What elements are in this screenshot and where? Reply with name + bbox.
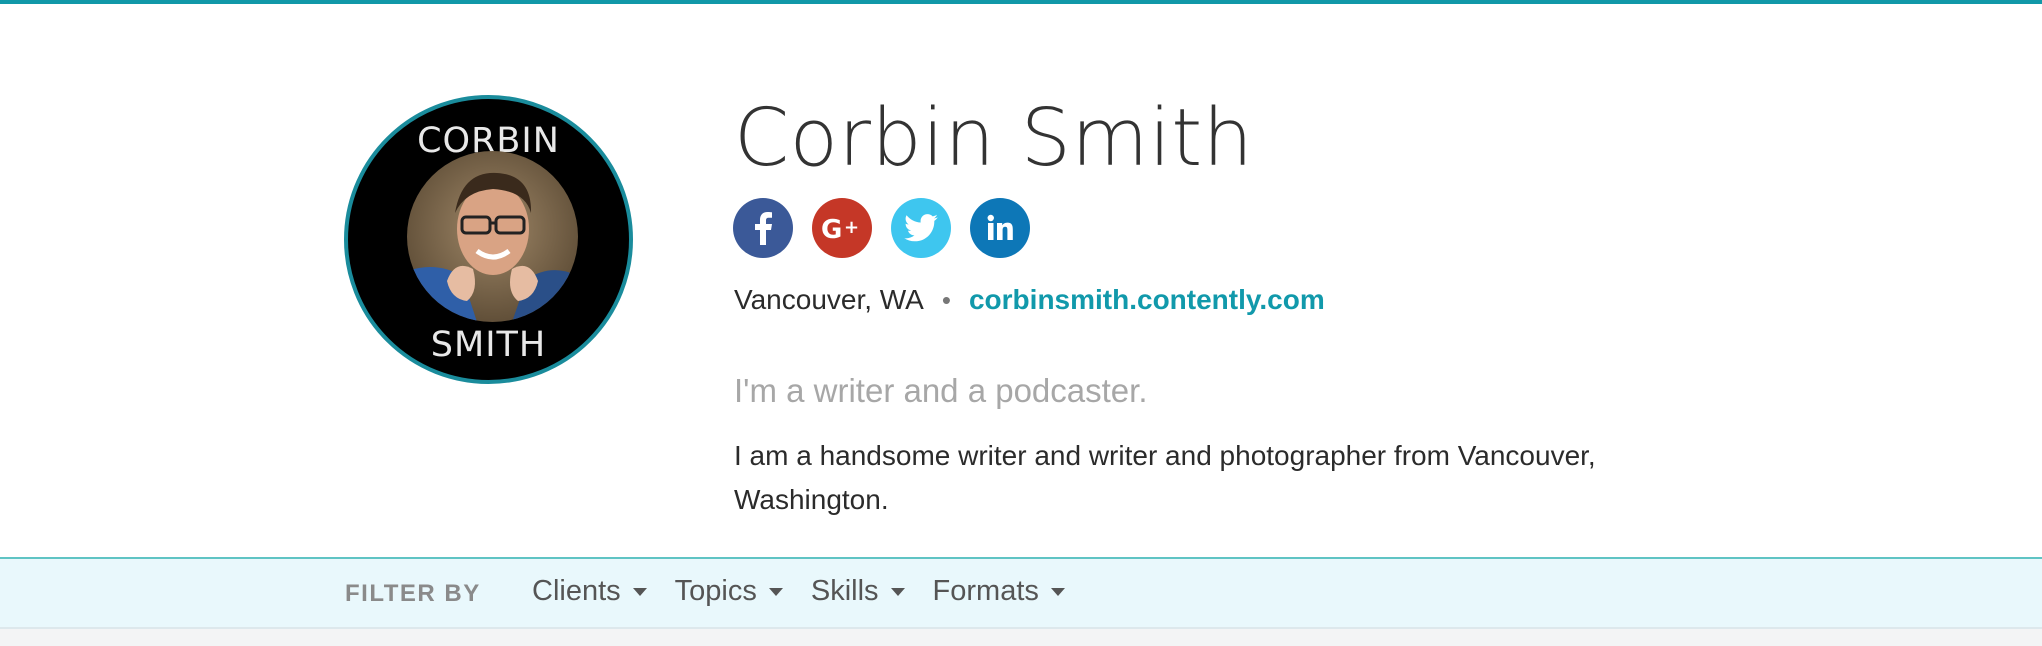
facebook-icon bbox=[755, 212, 772, 245]
filter-formats-label: Formats bbox=[932, 575, 1039, 607]
profile-name: Corbin Smith bbox=[734, 92, 1254, 184]
google-plus-button[interactable]: G + bbox=[812, 198, 872, 258]
website-link[interactable]: corbinsmith.contently.com bbox=[969, 284, 1325, 316]
avatar-bottom-text: SMITH bbox=[430, 325, 547, 365]
filter-by-label: FILTER BY bbox=[345, 580, 481, 607]
profile-tagline: I'm a writer and a podcaster. bbox=[734, 372, 1148, 409]
avatar-photo bbox=[407, 151, 578, 322]
facebook-button[interactable] bbox=[733, 198, 793, 258]
separator-dot: • bbox=[941, 284, 951, 315]
profile-bio: I am a handsome writer and writer and ph… bbox=[734, 440, 1596, 515]
filter-skills-dropdown[interactable]: Skills bbox=[811, 575, 905, 608]
caret-down-icon bbox=[890, 587, 905, 596]
caret-down-icon bbox=[632, 587, 647, 596]
filter-skills-label: Skills bbox=[810, 575, 879, 607]
caret-down-icon bbox=[768, 587, 783, 596]
filter-menu: Clients Topics Skills Formats bbox=[532, 575, 1065, 608]
linkedin-button[interactable] bbox=[970, 198, 1030, 258]
svg-text:G: G bbox=[821, 215, 842, 242]
twitter-button[interactable] bbox=[891, 198, 951, 258]
twitter-icon bbox=[904, 214, 938, 242]
social-links: G + bbox=[733, 198, 1030, 258]
filter-topics-label: Topics bbox=[674, 575, 757, 607]
location-text: Vancouver, WA bbox=[734, 284, 924, 315]
filter-clients-label: Clients bbox=[532, 575, 621, 607]
caret-down-icon bbox=[1050, 587, 1065, 596]
filter-bar: FILTER BY Clients Topics Skills Formats bbox=[0, 557, 2042, 629]
avatar: CORBIN SMITH bbox=[344, 95, 633, 384]
google-plus-icon: G + bbox=[821, 215, 859, 242]
linkedin-icon bbox=[987, 214, 1013, 240]
filter-topics-dropdown[interactable]: Topics bbox=[675, 575, 783, 608]
profile-header: CORBIN SMITH Corbin Smith G + Vancouver,… bbox=[0, 4, 2042, 557]
location-line: Vancouver, WA • corbinsmith.contently.co… bbox=[734, 284, 1325, 316]
filter-clients-dropdown[interactable]: Clients bbox=[532, 575, 647, 608]
svg-text:+: + bbox=[844, 217, 859, 238]
filter-formats-dropdown[interactable]: Formats bbox=[933, 575, 1065, 608]
